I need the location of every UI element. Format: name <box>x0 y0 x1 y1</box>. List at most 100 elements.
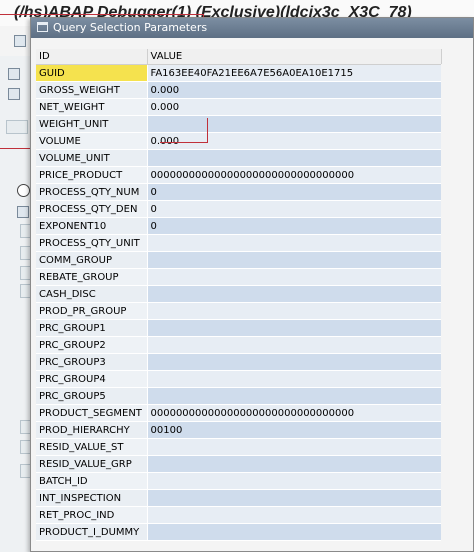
parameter-value-cell[interactable]: 0.000 <box>147 132 442 150</box>
parameter-value-cell[interactable]: FA163EE40FA21EE6A7E56A0EA10E1715 <box>147 64 442 82</box>
table-row[interactable]: VOLUME_UNIT <box>36 149 442 167</box>
parameter-id-cell[interactable]: RESID_VALUE_GRP <box>36 455 148 473</box>
toolbar-button-icon[interactable] <box>14 35 26 47</box>
parameter-id-cell[interactable]: PRC_GROUP2 <box>36 336 148 354</box>
parameter-value-cell[interactable] <box>147 319 442 337</box>
parameter-id-cell[interactable]: INT_INSPECTION <box>36 489 148 507</box>
parameter-value-cell[interactable] <box>147 506 442 524</box>
table-row[interactable]: PROD_PR_GROUP <box>36 302 442 320</box>
parameter-value-cell[interactable]: 0 <box>147 200 442 218</box>
parameter-id-cell[interactable]: EXPONENT10 <box>36 217 148 235</box>
parameter-value-cell[interactable] <box>147 285 442 303</box>
parameter-value-cell[interactable]: 00100 <box>147 421 442 439</box>
parameter-value-cell[interactable] <box>147 438 442 456</box>
parameter-value-cell[interactable] <box>147 336 442 354</box>
table-row[interactable]: RET_PROC_IND <box>36 506 442 524</box>
table-row[interactable]: PRICE_PRODUCT 000000000000000000000000000… <box>36 166 442 184</box>
table-row[interactable]: PRC_GROUP2 <box>36 336 442 354</box>
parameter-id-cell[interactable]: PROD_PR_GROUP <box>36 302 148 320</box>
parameter-id-cell[interactable]: PROCESS_QTY_DEN <box>36 200 148 218</box>
annotation-line <box>0 14 204 15</box>
table-row[interactable]: VOLUME 0.000 <box>36 132 442 150</box>
pane-icon[interactable] <box>8 88 20 100</box>
table-row[interactable]: CASH_DISC <box>36 285 442 303</box>
table-row[interactable]: PROCESS_QTY_NUM 0 <box>36 183 442 201</box>
table-row[interactable]: INT_INSPECTION <box>36 489 442 507</box>
parameter-id-cell[interactable]: CASH_DISC <box>36 285 148 303</box>
parameter-id-cell[interactable]: COMM_GROUP <box>36 251 148 269</box>
pane-tab[interactable] <box>6 120 28 134</box>
annotation-line <box>0 148 30 149</box>
parameter-id-cell[interactable]: PRICE_PRODUCT <box>36 166 148 184</box>
parameter-value-cell[interactable] <box>147 251 442 269</box>
table-row[interactable]: REBATE_GROUP <box>36 268 442 286</box>
table-row[interactable]: GUID FA163EE40FA21EE6A7E56A0EA10E1715 <box>36 64 442 82</box>
parameter-id-cell[interactable]: GUID <box>36 64 148 82</box>
parameter-id-cell[interactable]: PRC_GROUP1 <box>36 319 148 337</box>
table-row[interactable]: RESID_VALUE_ST <box>36 438 442 456</box>
table-row[interactable]: GROSS_WEIGHT 0.000 <box>36 81 442 99</box>
table-row[interactable]: PRC_GROUP4 <box>36 370 442 388</box>
table-row[interactable]: EXPONENT10 0 <box>36 217 442 235</box>
parameter-id-cell[interactable]: PROCESS_QTY_NUM <box>36 183 148 201</box>
table-scrollbar[interactable] <box>441 64 455 550</box>
parameter-id-cell[interactable]: RESID_VALUE_ST <box>36 438 148 456</box>
table-row[interactable]: PROD_HIERARCHY 00100 <box>36 421 442 439</box>
parameter-value-cell[interactable]: 0.000 <box>147 98 442 116</box>
debugger-left-pane <box>0 56 42 552</box>
parameter-value-cell[interactable]: 0 <box>147 183 442 201</box>
parameter-value-cell[interactable]: 0 <box>147 217 442 235</box>
column-header-id[interactable]: ID <box>36 49 148 65</box>
table-row[interactable]: COMM_GROUP <box>36 251 442 269</box>
parameter-id-cell[interactable]: PROD_HIERARCHY <box>36 421 148 439</box>
parameter-value-cell[interactable] <box>147 387 442 405</box>
parameter-value-cell[interactable] <box>147 353 442 371</box>
parameter-value-cell[interactable] <box>147 115 442 133</box>
parameter-id-cell[interactable]: REBATE_GROUP <box>36 268 148 286</box>
parameter-value-cell[interactable] <box>147 302 442 320</box>
annotation-line <box>207 118 208 143</box>
parameter-id-cell[interactable]: PRC_GROUP4 <box>36 370 148 388</box>
parameter-id-cell[interactable]: PRODUCT_I_DUMMY <box>36 523 148 541</box>
table-row[interactable]: PRODUCT_I_DUMMY <box>36 523 442 541</box>
parameter-value-cell[interactable]: 00000000000000000000000000000000 <box>147 404 442 422</box>
parameter-id-cell[interactable]: BATCH_ID <box>36 472 148 490</box>
parameter-value-cell[interactable] <box>147 370 442 388</box>
parameter-id-cell[interactable]: PRC_GROUP5 <box>36 387 148 405</box>
parameter-value-cell[interactable] <box>147 268 442 286</box>
parameter-value-cell[interactable] <box>147 234 442 252</box>
parameter-id-cell[interactable]: GROSS_WEIGHT <box>36 81 148 99</box>
column-header-value[interactable]: VALUE <box>147 49 442 65</box>
parameter-id-cell[interactable]: WEIGHT_UNIT <box>36 115 148 133</box>
parameter-id-cell[interactable]: PROCESS_QTY_UNIT <box>36 234 148 252</box>
parameter-id-cell[interactable]: PRC_GROUP3 <box>36 353 148 371</box>
table-row[interactable]: NET_WEIGHT 0.000 <box>36 98 442 116</box>
parameter-id-cell[interactable]: VOLUME_UNIT <box>36 149 148 167</box>
clock-icon[interactable] <box>17 184 30 197</box>
folder-icon[interactable] <box>17 206 29 218</box>
table-row[interactable]: PRC_GROUP5 <box>36 387 442 405</box>
table-row[interactable]: PRODUCT_SEGMENT 0000000000000000000000000… <box>36 404 442 422</box>
parameter-value-cell[interactable] <box>147 455 442 473</box>
parameter-id-cell[interactable]: RET_PROC_IND <box>36 506 148 524</box>
parameter-id-cell[interactable]: NET_WEIGHT <box>36 98 148 116</box>
table-row[interactable]: PRC_GROUP3 <box>36 353 442 371</box>
parameter-value-cell[interactable]: 0.000 <box>147 81 442 99</box>
parameter-value-cell[interactable] <box>147 149 442 167</box>
table-row[interactable]: PRC_GROUP1 <box>36 319 442 337</box>
parameter-value-cell[interactable] <box>147 472 442 490</box>
parameter-value-cell[interactable] <box>147 523 442 541</box>
parameter-value-cell[interactable]: 00000000000000000000000000000000 <box>147 166 442 184</box>
parameter-id-cell[interactable]: PRODUCT_SEGMENT <box>36 404 148 422</box>
window-icon <box>37 22 48 32</box>
parameters-table: ID VALUE GUID FA163EE40FA21EE6A7E56A0EA10… <box>36 49 442 541</box>
parameter-id-cell[interactable]: VOLUME <box>36 132 148 150</box>
table-row[interactable]: PROCESS_QTY_UNIT <box>36 234 442 252</box>
table-row[interactable]: PROCESS_QTY_DEN 0 <box>36 200 442 218</box>
parameter-value-cell[interactable] <box>147 489 442 507</box>
pane-icon[interactable] <box>8 68 20 80</box>
table-row[interactable]: BATCH_ID <box>36 472 442 490</box>
popup-title-bar[interactable]: Query Selection Parameters <box>31 18 473 38</box>
table-row[interactable]: RESID_VALUE_GRP <box>36 455 442 473</box>
table-row[interactable]: WEIGHT_UNIT <box>36 115 442 133</box>
